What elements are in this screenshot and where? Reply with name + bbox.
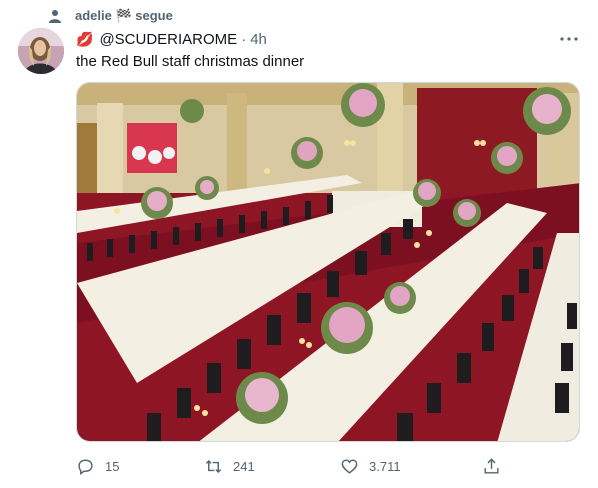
heart-icon [341,458,358,474]
reply-button[interactable]: 15 [76,452,119,480]
reply-icon [78,458,93,475]
tweet-photo[interactable] [76,82,580,442]
retweet-button[interactable]: 241 [204,452,255,480]
person-icon [49,10,61,23]
more-options-button[interactable] [558,30,580,48]
banquet-photo [77,83,579,441]
share-icon [484,457,499,474]
user-handle[interactable]: @SCUDERIAROME [99,31,237,48]
retweet-count: 241 [233,458,255,474]
like-button[interactable]: 3.711 [340,452,401,480]
tweet-actions: 15 241 3.711 [74,452,504,480]
retweet-icon [205,459,222,473]
social-context[interactable]: adelie 🏁 segue [48,7,173,25]
lips-emoji: 💋 [76,30,94,47]
more-icon [560,37,578,41]
social-context-text: adelie 🏁 segue [75,8,173,23]
tweet-text: the Red Bull staff christmas dinner [76,53,305,70]
separator-dot: · [241,30,247,48]
reply-count: 15 [105,458,120,474]
avatar[interactable] [18,28,64,74]
tweet-header: 💋 @SCUDERIAROME · 4h [76,29,267,49]
like-count: 3.711 [369,458,401,474]
tweet-timestamp[interactable]: 4h [250,31,267,48]
share-button[interactable] [482,452,511,480]
